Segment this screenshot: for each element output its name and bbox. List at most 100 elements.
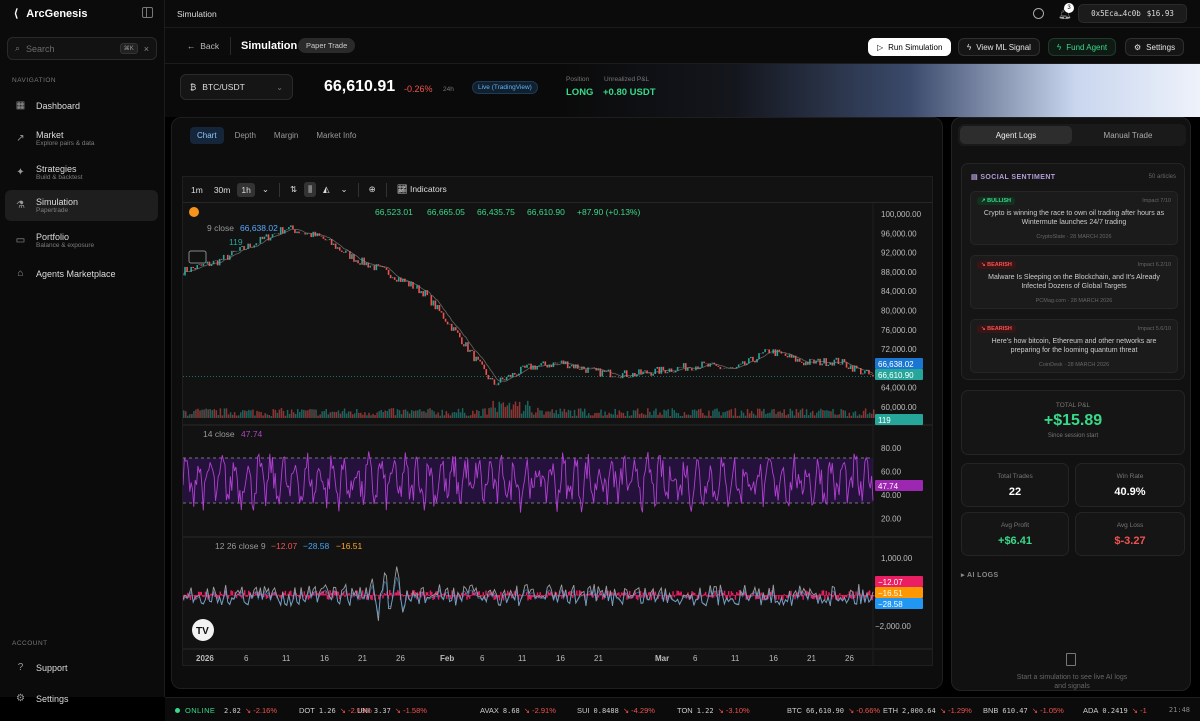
- volume-bar: [669, 415, 671, 418]
- ticker-item[interactable]: ADA 0.2419 ↘ -1: [1083, 706, 1147, 715]
- ticker-item[interactable]: BTC 66,610.90 ↘ -0.66%: [787, 706, 880, 715]
- sidebar-item-sub: Balance & exposure: [36, 241, 95, 249]
- macd-histogram-bar: [839, 593, 841, 596]
- sidebar-item-portfolio[interactable]: ▭ Portfolio Balance & exposure: [5, 225, 158, 256]
- run-simulation-button[interactable]: ▷ Run Simulation: [868, 38, 952, 56]
- bell-icon[interactable]: 🔔︎ 3: [1058, 3, 1074, 20]
- arrow-left-icon: ←: [187, 41, 201, 51]
- ticker-item[interactable]: SUI 0.8488 ↘ -4.29%: [577, 706, 655, 715]
- trend-up-icon: ↗: [16, 133, 25, 144]
- sidebar-item-dashboard[interactable]: ▦ Dashboard: [5, 90, 158, 121]
- volume-bar: [706, 415, 708, 418]
- sidebar-item-simulation[interactable]: ⚗ Simulation Papertrade: [5, 190, 158, 221]
- chart-canvas[interactable]: 66,523.01 66,665.05 66,435.75 66,610.90 …: [183, 203, 932, 665]
- ticker-item[interactable]: BNB 610.47 ↘ -1.05%: [983, 706, 1064, 715]
- volume-bar: [856, 415, 859, 418]
- collapse-legend-icon[interactable]: [188, 250, 207, 264]
- fund-agent-button[interactable]: ϟ Fund Agent: [1048, 38, 1117, 56]
- run-simulation-label: Run Simulation: [888, 42, 943, 52]
- theme-toggle-icon[interactable]: [1033, 8, 1044, 19]
- tradingview-widget[interactable]: 1m 30m 1h ⌄ ⇅ ⫼ ◭ ⌄ ⊕ 📈︎ Indicators 66,5…: [182, 176, 933, 666]
- tab-manual-trade[interactable]: Manual Trade: [1072, 126, 1184, 144]
- back-button[interactable]: ← Back: [187, 41, 219, 51]
- macd-histogram-bar: [397, 590, 399, 596]
- interval-1m[interactable]: 1m: [187, 183, 207, 197]
- add-icon[interactable]: ⊕: [365, 182, 380, 197]
- macd-histogram-bar: [559, 595, 562, 597]
- settings-button[interactable]: ⚙ Settings: [1125, 38, 1185, 56]
- volume-bar: [704, 415, 706, 418]
- volume-bar: [531, 412, 533, 418]
- volume-bar: [341, 411, 344, 418]
- time-axis-label: 26: [396, 654, 405, 663]
- ticker-item[interactable]: AVAX 8.68 ↘ -2.91%: [480, 706, 556, 715]
- collapse-sidebar-icon[interactable]: [142, 7, 153, 18]
- rsi-axis-label: 20.00: [881, 515, 902, 524]
- search-box[interactable]: ⌕ Search ⌘K ×: [7, 37, 157, 60]
- search-input[interactable]: Search: [26, 44, 114, 54]
- tab-agent-logs[interactable]: Agent Logs: [960, 126, 1072, 144]
- ma-price-tag: 66,638.02: [878, 360, 914, 369]
- news-item[interactable]: ↘ BEARISH Impact 6.2/10 Malware Is Sleep…: [970, 255, 1178, 309]
- view-ml-signal-button[interactable]: ϟ View ML Signal: [958, 38, 1040, 56]
- tab-margin[interactable]: Margin: [267, 127, 305, 144]
- time-axis-label: 21: [807, 654, 816, 663]
- tab-market-info[interactable]: Market Info: [309, 127, 363, 144]
- brand[interactable]: ⟨ ArcGenesis: [14, 7, 87, 21]
- gear-icon: ⚙: [16, 693, 25, 704]
- ticker-item[interactable]: ETH 2,000.64 ↘ -1.29%: [883, 706, 972, 715]
- sidebar-item-agents-marketplace[interactable]: ⌂ Agents Marketplace: [5, 258, 158, 289]
- volume-bar: [736, 415, 739, 418]
- volume-bar: [657, 414, 659, 418]
- ticker-item[interactable]: UNI 3.37 ↘ -1.58%: [357, 706, 427, 715]
- volume-bar: [510, 409, 513, 418]
- ticker-item[interactable]: 2.02 ↘ -2.16%: [220, 706, 277, 715]
- chevron-down-icon[interactable]: ⌄: [337, 182, 352, 197]
- volume-bar: [299, 412, 301, 418]
- volume-bar: [512, 404, 515, 418]
- ticker-price: 0.8488: [593, 707, 619, 715]
- news-item[interactable]: ↘ BEARISH Impact 5.6/10 Here's how bitco…: [970, 319, 1178, 373]
- chevron-down-icon[interactable]: ⌄: [258, 182, 273, 197]
- ticker-symbol: BTC: [787, 706, 802, 715]
- tab-depth[interactable]: Depth: [228, 127, 263, 144]
- wallet-button[interactable]: 0x5Eca…4c0b $16.93: [1078, 4, 1187, 23]
- chart-panel: Chart Depth Margin Market Info 1m 30m 1h…: [171, 117, 943, 689]
- volume-bar: [239, 412, 242, 418]
- news-item[interactable]: ↗ BULLISH Impact 7/10 Crypto is winning …: [970, 191, 1178, 245]
- ticker-item[interactable]: TON 1.22 ↘ -3.10%: [677, 706, 750, 715]
- sidebar-item-support[interactable]: ? Support: [5, 652, 158, 683]
- ohlc-change: +87.90 (+0.13%): [577, 207, 640, 217]
- flask-icon: ⚗: [16, 200, 25, 211]
- compare-icon[interactable]: ⇅: [286, 182, 301, 197]
- indicators-button[interactable]: 📈︎ Indicators: [393, 182, 451, 197]
- candles-icon[interactable]: ⫼: [304, 182, 316, 197]
- area-chart-icon[interactable]: ◭: [319, 182, 334, 197]
- macd-histogram-bar: [729, 595, 731, 598]
- volume-bar: [832, 408, 834, 418]
- sidebar-item-market[interactable]: ↗ Market Explore pairs & data: [5, 123, 158, 154]
- last-price-tag: 66,610.90: [878, 371, 914, 380]
- interval-30m[interactable]: 30m: [210, 183, 235, 197]
- close-icon[interactable]: ×: [144, 44, 149, 54]
- volume-bar: [820, 408, 822, 418]
- volume-bar: [500, 403, 503, 418]
- interval-1h[interactable]: 1h: [237, 182, 255, 197]
- volume-bar: [722, 412, 724, 418]
- sidebar-item-strategies[interactable]: ✦ Strategies Build & backtest: [5, 157, 158, 188]
- macd-histogram-bar: [245, 595, 247, 597]
- price-axis-label: 64,000.00: [881, 384, 917, 393]
- time-axis-label: 11: [282, 654, 291, 663]
- macd-histogram-bar: [230, 590, 232, 596]
- volume-bar: [655, 408, 657, 418]
- macd-histogram-bar: [868, 590, 871, 596]
- pair-selector[interactable]: ₿ BTC/USDT ⌄: [180, 74, 293, 100]
- volume-bar: [754, 415, 757, 418]
- macd-histogram-bar: [536, 592, 539, 596]
- macd-tag: −16.51: [878, 589, 903, 598]
- search-icon: ⌕: [15, 43, 21, 53]
- sidebar-item-settings[interactable]: ⚙ Settings: [5, 683, 158, 714]
- volume-bar: [638, 414, 641, 418]
- stat-card: Avg Profit +$6.41: [961, 512, 1069, 556]
- tab-chart[interactable]: Chart: [190, 127, 224, 144]
